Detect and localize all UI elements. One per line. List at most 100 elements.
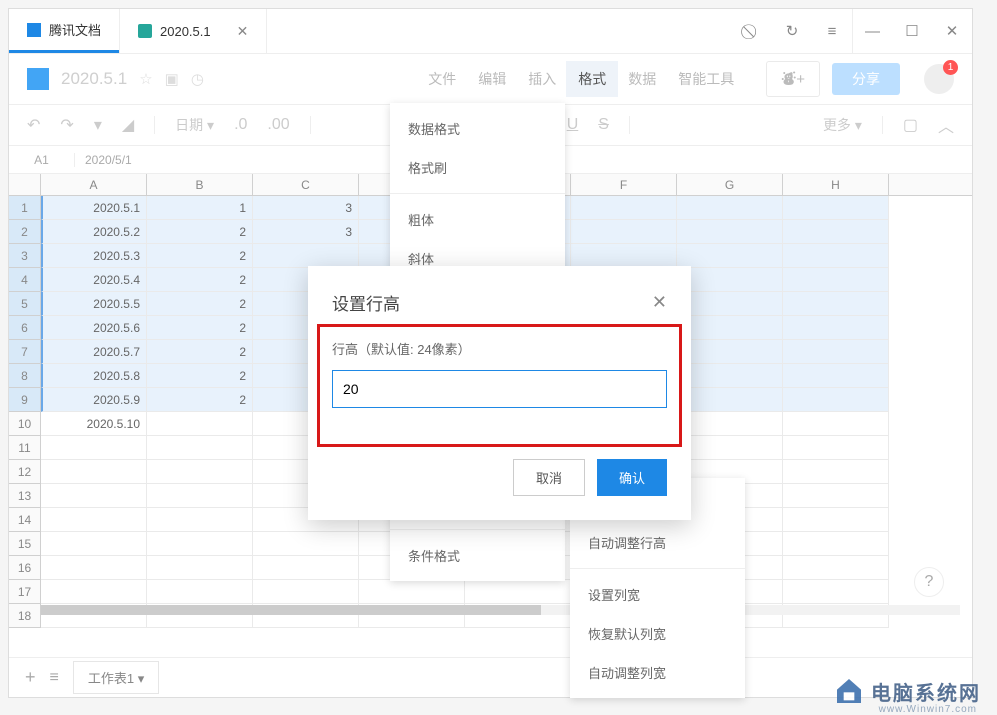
cell[interactable]: [783, 484, 889, 508]
row-header[interactable]: 14: [9, 508, 41, 532]
row-header[interactable]: 16: [9, 556, 41, 580]
undo-icon[interactable]: ↶: [27, 115, 40, 135]
column-header[interactable]: B: [147, 174, 253, 195]
cell[interactable]: [677, 292, 783, 316]
cell[interactable]: [41, 460, 147, 484]
row-header[interactable]: 3: [9, 244, 41, 268]
cell[interactable]: [41, 436, 147, 460]
underline-icon[interactable]: U: [567, 116, 579, 134]
row-header[interactable]: 12: [9, 460, 41, 484]
row-height-input[interactable]: [332, 370, 667, 408]
add-sheet-icon[interactable]: +: [25, 667, 36, 688]
cell[interactable]: [253, 532, 359, 556]
sheet-list-icon[interactable]: ≡: [50, 669, 59, 687]
select-all-corner[interactable]: [9, 174, 41, 195]
row-header[interactable]: 17: [9, 580, 41, 604]
row-header[interactable]: 9: [9, 388, 41, 412]
row-header[interactable]: 13: [9, 484, 41, 508]
cell[interactable]: [783, 508, 889, 532]
cell[interactable]: [147, 556, 253, 580]
cell[interactable]: [783, 316, 889, 340]
help-button[interactable]: ?: [914, 567, 944, 597]
cell[interactable]: [571, 196, 677, 220]
cell[interactable]: [677, 316, 783, 340]
cell[interactable]: [359, 580, 465, 604]
cell[interactable]: [783, 436, 889, 460]
cell[interactable]: [783, 292, 889, 316]
cell[interactable]: [783, 364, 889, 388]
menu-tools[interactable]: 智能工具: [678, 69, 734, 89]
cell[interactable]: [571, 244, 677, 268]
cell[interactable]: [783, 412, 889, 436]
folder-icon[interactable]: ▣: [165, 70, 179, 88]
row-header[interactable]: 4: [9, 268, 41, 292]
cell[interactable]: [253, 580, 359, 604]
menu-conditional-format[interactable]: 条件格式: [390, 536, 565, 575]
column-header[interactable]: C: [253, 174, 359, 195]
cell[interactable]: [41, 508, 147, 532]
cancel-button[interactable]: 取消: [513, 459, 585, 496]
menu-insert[interactable]: 插入: [528, 69, 556, 89]
avatar[interactable]: 1: [924, 64, 954, 94]
history-icon[interactable]: ◷: [191, 70, 204, 88]
number-format-dropdown[interactable]: 日期 ▾: [175, 115, 214, 135]
column-header[interactable]: G: [677, 174, 783, 195]
cell[interactable]: 3: [253, 196, 359, 220]
cell[interactable]: 2020.5.9: [41, 388, 147, 412]
cell[interactable]: [465, 580, 571, 604]
cell[interactable]: 2: [147, 292, 253, 316]
cell[interactable]: [783, 244, 889, 268]
cell[interactable]: 2: [147, 340, 253, 364]
cell[interactable]: 2020.5.5: [41, 292, 147, 316]
formula-value[interactable]: 2020/5/1: [75, 153, 132, 167]
format-painter-icon[interactable]: ▾: [94, 115, 102, 135]
row-header[interactable]: 10: [9, 412, 41, 436]
home-tab[interactable]: 腾讯文档: [9, 9, 119, 53]
cell[interactable]: [147, 532, 253, 556]
cell[interactable]: 2020.5.1: [41, 196, 147, 220]
submenu-set-col-width[interactable]: 设置列宽: [570, 575, 745, 614]
cell[interactable]: 2: [147, 364, 253, 388]
column-header[interactable]: F: [571, 174, 677, 195]
cell[interactable]: [783, 196, 889, 220]
cell[interactable]: [147, 436, 253, 460]
cell[interactable]: 2020.5.7: [41, 340, 147, 364]
menu-data-format[interactable]: 数据格式: [390, 109, 565, 148]
cell[interactable]: 2: [147, 268, 253, 292]
minimize-icon[interactable]: —: [852, 9, 892, 53]
document-tab[interactable]: 2020.5.1 ✕: [119, 9, 267, 53]
cell[interactable]: 2: [147, 388, 253, 412]
cell[interactable]: [677, 364, 783, 388]
redo-icon[interactable]: ↷: [60, 115, 73, 135]
clear-format-icon[interactable]: ◢: [122, 115, 134, 135]
cell[interactable]: [41, 484, 147, 508]
collaborator-button[interactable]: ⛇+: [766, 61, 820, 97]
cell[interactable]: 2020.5.8: [41, 364, 147, 388]
cell[interactable]: [147, 460, 253, 484]
cell[interactable]: [41, 580, 147, 604]
block-icon[interactable]: ⃠: [732, 9, 772, 53]
cell[interactable]: 2: [147, 316, 253, 340]
dialog-close-icon[interactable]: ✕: [652, 292, 667, 313]
row-header[interactable]: 2: [9, 220, 41, 244]
cell[interactable]: [571, 220, 677, 244]
cell[interactable]: 3: [253, 220, 359, 244]
row-header[interactable]: 1: [9, 196, 41, 220]
menu-format[interactable]: 格式: [566, 61, 618, 97]
maximize-icon[interactable]: ☐: [892, 9, 932, 53]
row-header[interactable]: 7: [9, 340, 41, 364]
cell[interactable]: [783, 388, 889, 412]
window-close-icon[interactable]: ✕: [932, 9, 972, 53]
submenu-auto-row-height[interactable]: 自动调整行高: [570, 523, 745, 562]
cell[interactable]: [783, 340, 889, 364]
cell[interactable]: [147, 508, 253, 532]
row-header[interactable]: 6: [9, 316, 41, 340]
horizontal-scrollbar[interactable]: [41, 605, 960, 615]
menu-icon[interactable]: ≡: [812, 9, 852, 53]
cell[interactable]: 2020.5.10: [41, 412, 147, 436]
increase-decimal-icon[interactable]: .00: [267, 116, 289, 134]
star-icon[interactable]: ☆: [139, 70, 152, 88]
confirm-button[interactable]: 确认: [597, 459, 667, 496]
row-header[interactable]: 11: [9, 436, 41, 460]
cell[interactable]: [147, 484, 253, 508]
